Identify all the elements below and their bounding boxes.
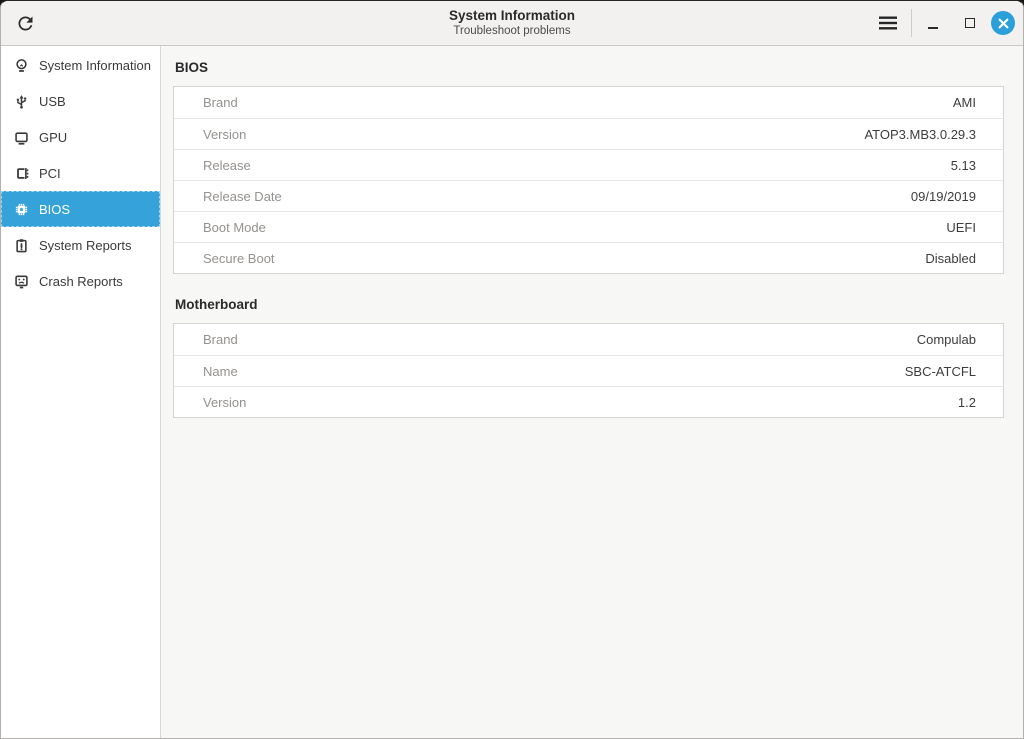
crashed-display-icon xyxy=(13,273,30,290)
close-x-icon xyxy=(998,18,1009,29)
titlebar-separator xyxy=(911,9,912,37)
table-row: Release Date 09/19/2019 xyxy=(174,180,1003,211)
sidebar-item-bios[interactable]: BIOS xyxy=(1,191,160,227)
titlebar: System Information Troubleshoot problems xyxy=(1,1,1023,46)
display-icon xyxy=(13,129,30,146)
close-button[interactable] xyxy=(991,11,1015,35)
sidebar-item-system-reports[interactable]: System Reports xyxy=(1,227,160,263)
main-content: BIOS Brand AMI Version ATOP3.MB3.0.29.3 … xyxy=(161,46,1023,738)
row-value: SBC-ATCFL xyxy=(905,364,976,379)
row-value: 1.2 xyxy=(958,395,976,410)
row-value: AMI xyxy=(953,95,976,110)
minimize-button[interactable] xyxy=(921,11,945,35)
sidebar-item-label: Crash Reports xyxy=(39,274,123,289)
row-label: Release xyxy=(203,158,251,173)
refresh-button[interactable] xyxy=(9,7,41,39)
row-label: Brand xyxy=(203,95,238,110)
section-title-bios: BIOS xyxy=(175,60,1004,75)
row-label: Name xyxy=(203,364,238,379)
sidebar: System Information USB xyxy=(1,46,161,738)
app-window: System Information Troubleshoot problems xyxy=(0,0,1024,739)
sidebar-item-label: System Information xyxy=(39,58,151,73)
row-value: 09/19/2019 xyxy=(911,189,976,204)
table-row: Boot Mode UEFI xyxy=(174,211,1003,242)
row-value: UEFI xyxy=(946,220,976,235)
table-row: Release 5.13 xyxy=(174,149,1003,180)
window-title: System Information xyxy=(449,8,575,24)
row-label: Version xyxy=(203,127,246,142)
row-value: Disabled xyxy=(925,251,976,266)
table-row: Brand AMI xyxy=(174,87,1003,118)
row-label: Release Date xyxy=(203,189,282,204)
table-row: Brand Compulab xyxy=(174,324,1003,355)
refresh-icon xyxy=(15,13,36,34)
maximize-button[interactable] xyxy=(958,11,982,35)
maximize-icon xyxy=(965,18,975,28)
titlebar-right xyxy=(872,7,1015,39)
sidebar-item-usb[interactable]: USB xyxy=(1,83,160,119)
titlebar-left xyxy=(9,7,41,39)
hamburger-menu-icon xyxy=(878,15,898,31)
chip-icon xyxy=(13,201,30,218)
app-body: System Information USB xyxy=(1,46,1023,738)
section-title-motherboard: Motherboard xyxy=(175,297,1004,312)
table-row: Version ATOP3.MB3.0.29.3 xyxy=(174,118,1003,149)
row-value: 5.13 xyxy=(951,158,976,173)
sidebar-item-label: System Reports xyxy=(39,238,131,253)
motherboard-table: Brand Compulab Name SBC-ATCFL Version 1.… xyxy=(173,323,1004,418)
row-label: Secure Boot xyxy=(203,251,275,266)
sidebar-item-gpu[interactable]: GPU xyxy=(1,119,160,155)
sidebar-item-label: BIOS xyxy=(39,202,70,217)
pci-card-icon xyxy=(13,165,30,182)
table-row: Name SBC-ATCFL xyxy=(174,355,1003,386)
row-label: Boot Mode xyxy=(203,220,266,235)
sidebar-item-label: USB xyxy=(39,94,66,109)
bios-table: Brand AMI Version ATOP3.MB3.0.29.3 Relea… xyxy=(173,86,1004,274)
row-label: Version xyxy=(203,395,246,410)
titlebar-title-block: System Information Troubleshoot problems xyxy=(449,8,575,38)
usb-icon xyxy=(13,93,30,110)
table-row: Secure Boot Disabled xyxy=(174,242,1003,273)
minimize-icon xyxy=(928,27,938,29)
sidebar-item-label: GPU xyxy=(39,130,67,145)
row-value: Compulab xyxy=(917,332,976,347)
row-label: Brand xyxy=(203,332,238,347)
sidebar-item-crash-reports[interactable]: Crash Reports xyxy=(1,263,160,299)
window-subtitle: Troubleshoot problems xyxy=(449,25,575,38)
sidebar-item-pci[interactable]: PCI xyxy=(1,155,160,191)
sidebar-item-system-information[interactable]: System Information xyxy=(1,47,160,83)
clipboard-alert-icon xyxy=(13,237,30,254)
menu-button[interactable] xyxy=(872,7,904,39)
table-row: Version 1.2 xyxy=(174,386,1003,417)
row-value: ATOP3.MB3.0.29.3 xyxy=(864,127,976,142)
sidebar-item-label: PCI xyxy=(39,166,61,181)
lightbulb-icon xyxy=(13,57,30,74)
